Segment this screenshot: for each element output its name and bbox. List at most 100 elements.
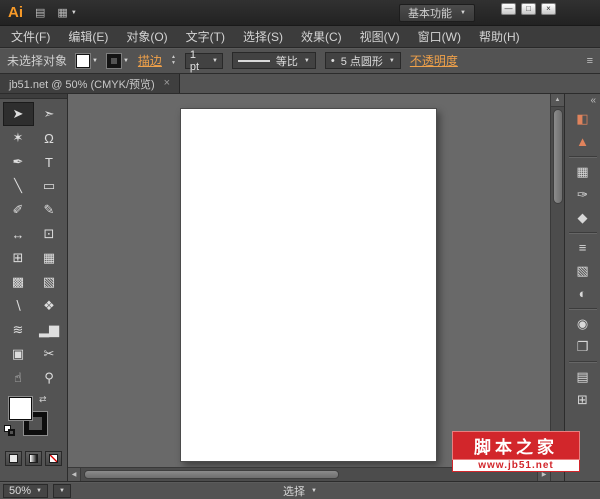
width-profile-label: 等比	[275, 55, 298, 68]
arrange-documents-glyph: ▦	[57, 7, 68, 19]
status-display[interactable]: 选择 ▼	[283, 483, 317, 499]
pencil-tool[interactable]: ✎	[34, 198, 65, 222]
dock-separator	[568, 156, 597, 157]
eyedropper-tool[interactable]: ∖	[3, 294, 34, 318]
menu-file[interactable]: 文件(F)	[2, 26, 59, 48]
stroke-width-stepper[interactable]: ▲ ▼	[171, 55, 176, 66]
menu-window[interactable]: 窗口(W)	[409, 26, 470, 48]
symbols-panel-icon[interactable]: ◆	[569, 207, 597, 228]
swatches-panel-icon[interactable]: ▦	[569, 161, 597, 182]
blend-tool[interactable]: ❖	[34, 294, 65, 318]
stroke-width-value: 1 pt	[189, 48, 200, 73]
artboard-nav-dropdown[interactable]: ▼	[52, 483, 71, 498]
menu-effect[interactable]: 效果(C)	[292, 26, 351, 48]
fill-stroke-indicator: ⇄	[4, 394, 55, 441]
menu-select[interactable]: 选择(S)	[234, 26, 292, 48]
stroke-panel-icon[interactable]: ≡	[569, 237, 597, 258]
dock-separator	[568, 232, 597, 233]
zoom-tool[interactable]: ⚲	[34, 366, 65, 390]
status-bar: 50% ▼ ▼ 选择 ▼	[0, 481, 600, 499]
stepper-down-icon: ▼	[170, 60, 176, 66]
paintbrush-tool[interactable]: ✐	[3, 198, 34, 222]
canvas-column: ▲ ▼ ◀ ▶	[68, 94, 564, 481]
transparency-panel-icon[interactable]: ◐	[569, 283, 597, 304]
gradient-panel-icon[interactable]: ▧	[569, 260, 597, 281]
swap-fill-stroke-icon[interactable]: ⇄	[39, 394, 47, 405]
menu-view[interactable]: 视图(V)	[351, 26, 409, 48]
bridge-icon[interactable]: ▤	[35, 6, 45, 19]
illustrator-window: Ai ▤ ▦ ▼ 基本功能 ▼ — □ × 文件(F) 编辑(E) 对象(O) …	[0, 0, 600, 499]
menu-object[interactable]: 对象(O)	[117, 26, 176, 48]
tab-close-icon[interactable]: ×	[164, 78, 170, 89]
lasso-tool[interactable]: Ω	[34, 126, 65, 150]
scroll-left-button[interactable]: ◀	[68, 468, 81, 481]
fill-color-control[interactable]: ▼	[75, 52, 98, 69]
selection-status-label: 未选择对象	[7, 54, 68, 68]
dock-separator	[568, 361, 597, 362]
vertical-scrollbar: ▲ ▼	[550, 94, 564, 467]
opacity-link[interactable]: 不透明度	[410, 52, 458, 69]
perspective-grid-tool[interactable]: ▦	[34, 246, 65, 270]
width-profile-dropdown[interactable]: 等比 ▼	[231, 52, 316, 69]
fill-color-well[interactable]	[8, 396, 33, 421]
workspace-switcher[interactable]: 基本功能 ▼	[399, 3, 475, 22]
menu-help[interactable]: 帮助(H)	[470, 26, 529, 48]
arrange-documents-icon[interactable]: ▦ ▼	[57, 6, 76, 19]
close-button[interactable]: ×	[541, 3, 556, 15]
expand-panels-icon[interactable]: «	[586, 95, 600, 107]
caret-down-icon: ▼	[70, 9, 77, 16]
color-guide-panel-icon[interactable]: ▲	[569, 131, 597, 152]
caret-down-icon: ▼	[388, 57, 395, 64]
watermark-title: 脚本之家	[452, 431, 580, 460]
tools-panel-grip[interactable]	[0, 94, 67, 99]
document-tab[interactable]: jb51.net @ 50% (CMYK/预览) ×	[0, 74, 181, 93]
artboard-tool[interactable]: ▣	[3, 342, 34, 366]
gradient-tool[interactable]: ▧	[34, 270, 65, 294]
brush-definition-dropdown[interactable]: • 5 点圆形 ▼	[324, 52, 401, 69]
mesh-tool[interactable]: ▩	[3, 270, 34, 294]
horizontal-scroll-thumb[interactable]	[84, 470, 339, 479]
scroll-up-button[interactable]: ▲	[551, 94, 564, 107]
color-mode-button[interactable]	[5, 451, 22, 466]
symbol-sprayer-tool[interactable]: ≋	[3, 318, 34, 342]
graphic-styles-panel-icon[interactable]: ❐	[569, 336, 597, 357]
free-transform-tool[interactable]: ⊡	[34, 222, 65, 246]
caret-down-icon: ▼	[122, 57, 129, 64]
shape-builder-tool[interactable]: ⊞	[3, 246, 34, 270]
menu-edit[interactable]: 编辑(E)	[59, 26, 117, 48]
default-fill-stroke-icon[interactable]	[4, 425, 16, 437]
width-tool[interactable]: ↔	[3, 222, 34, 246]
selection-tool[interactable]: ➤	[2, 102, 34, 126]
pasteboard[interactable]	[68, 94, 550, 467]
maximize-button[interactable]: □	[521, 3, 536, 15]
rectangle-tool[interactable]: ▭	[34, 174, 65, 198]
column-graph-tool[interactable]: ▂▆	[34, 318, 65, 342]
appearance-panel-icon[interactable]: ◉	[569, 313, 597, 334]
artboard[interactable]	[180, 108, 437, 462]
pen-tool[interactable]: ✒	[3, 150, 34, 174]
panel-dock: « ◧ ▲ ▦ ✑ ◆ ≡ ▧ ◐ ◉ ❐ ▤ ⊞	[564, 94, 600, 481]
direct-selection-tool[interactable]: ➣	[34, 102, 65, 126]
stroke-color-control[interactable]: ▼	[105, 52, 129, 69]
minimize-button[interactable]: —	[501, 3, 516, 15]
gradient-mode-button[interactable]	[25, 451, 42, 466]
type-tool[interactable]: T	[34, 150, 65, 174]
caret-down-icon: ▼	[58, 487, 65, 494]
artboards-panel-icon[interactable]: ⊞	[569, 389, 597, 410]
layers-panel-icon[interactable]: ▤	[569, 366, 597, 387]
magic-wand-tool[interactable]: ✶	[3, 126, 34, 150]
hand-tool[interactable]: ☝	[3, 366, 34, 390]
vertical-scroll-thumb[interactable]	[552, 109, 563, 204]
window-controls: — □ ×	[501, 3, 556, 15]
menu-type[interactable]: 文字(T)	[177, 26, 234, 48]
slice-tool[interactable]: ✂	[34, 342, 65, 366]
stroke-width-input[interactable]: 1 pt ▼	[184, 49, 223, 73]
line-segment-tool[interactable]: ╲	[3, 174, 34, 198]
zoom-dropdown[interactable]: 50% ▼	[3, 483, 48, 498]
color-panel-icon[interactable]: ◧	[569, 108, 597, 129]
control-panel-menu-icon[interactable]: ≡	[587, 55, 593, 67]
stroke-panel-link[interactable]: 描边	[138, 52, 162, 69]
control-bar: 未选择对象 ▼ ▼ 描边 ▲ ▼ 1 pt ▼ 等比 ▼ • 5 点圆形 ▼ 不…	[0, 48, 600, 74]
none-mode-button[interactable]	[45, 451, 62, 466]
brushes-panel-icon[interactable]: ✑	[569, 184, 597, 205]
